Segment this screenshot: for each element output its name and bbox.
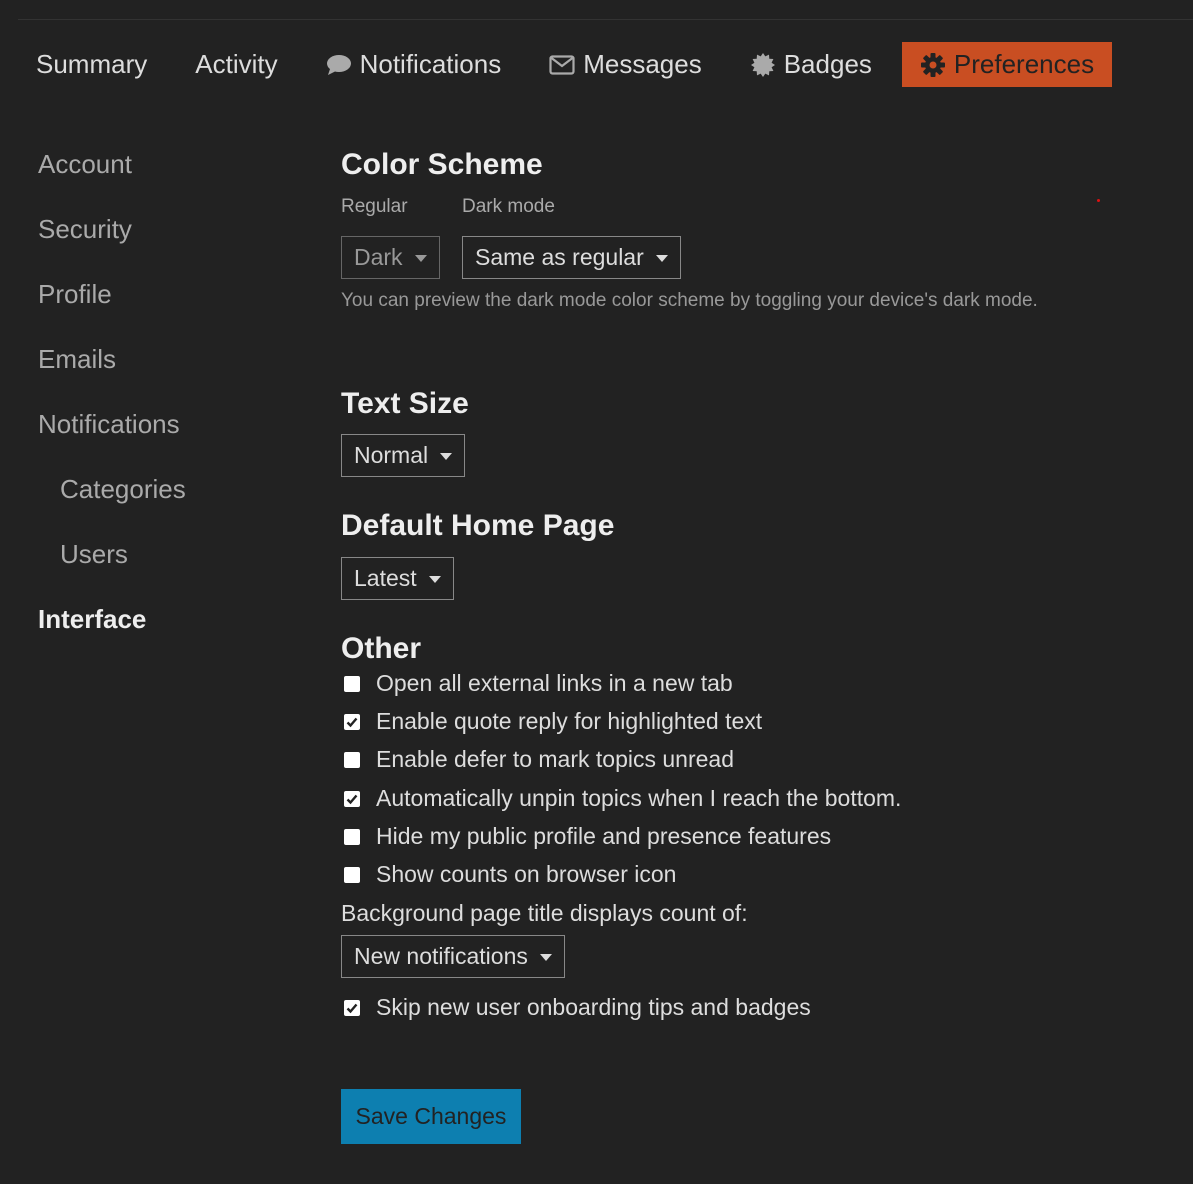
envelope-icon [549, 54, 575, 75]
checkbox-label: Skip new user onboarding tips and badges [376, 994, 811, 1020]
gear-icon [920, 52, 946, 78]
checkbox-row[interactable]: Show counts on browser icon [341, 861, 676, 888]
home-page-value: Latest [354, 565, 417, 591]
text-size-value: Normal [354, 442, 429, 468]
dark-mode-hint: You can preview the dark mode color sche… [341, 290, 1038, 311]
chevron-down-icon [414, 255, 427, 262]
tab-activity-label: Activity [195, 49, 278, 79]
sidebar-item-security[interactable]: Security [38, 205, 298, 270]
chevron-down-icon [440, 453, 453, 460]
regular-scheme-label: Regular [341, 196, 408, 217]
comment-icon [326, 54, 352, 76]
dark-mode-select[interactable]: Same as regular [462, 236, 681, 279]
checkbox-row[interactable]: Skip new user onboarding tips and badges [341, 994, 811, 1021]
checkbox-label: Open all external links in a new tab [376, 670, 733, 696]
tab-preferences-label: Preferences [953, 49, 1095, 79]
checkbox-row[interactable]: Hide my public profile and presence feat… [341, 823, 831, 850]
checkbox[interactable] [344, 828, 360, 845]
text-size-select[interactable]: Normal [341, 434, 466, 477]
checkbox-label: Hide my public profile and presence feat… [376, 823, 832, 849]
checkmark-icon [346, 794, 358, 804]
user-nav-tabs: Summary Activity Notifications Messages … [18, 42, 1124, 87]
title-count-label: Background page title displays count of: [341, 900, 748, 926]
sidebar-item-categories[interactable]: Categories [38, 465, 298, 530]
sidebar-item-account[interactable]: Account [38, 140, 298, 205]
tab-activity[interactable]: Activity [177, 42, 295, 87]
tab-badges-label: Badges [783, 49, 872, 79]
tab-summary-label: Summary [36, 49, 148, 79]
tab-notifications-label: Notifications [359, 49, 502, 79]
dark-mode-value: Same as regular [475, 244, 644, 270]
checkbox-row[interactable]: Automatically unpin topics when I reach … [341, 785, 901, 812]
checkbox-label: Show counts on browser icon [376, 861, 677, 887]
dark-mode-label: Dark mode [462, 196, 555, 217]
checkbox[interactable] [344, 790, 360, 807]
tab-messages-label: Messages [583, 49, 702, 79]
checkbox[interactable] [344, 866, 360, 883]
save-button[interactable]: Save Changes [341, 1089, 521, 1144]
top-divider [18, 19, 1193, 20]
sidebar-item-notifications[interactable]: Notifications [38, 400, 298, 465]
checkbox-label: Automatically unpin topics when I reach … [376, 785, 902, 811]
checkmark-icon [346, 1003, 358, 1013]
sidebar-item-interface[interactable]: Interface [38, 595, 298, 660]
preferences-sidebar: Account Security Profile Emails Notifica… [38, 140, 298, 660]
text-size-heading: Text Size [341, 387, 469, 420]
sidebar-item-emails[interactable]: Emails [38, 335, 298, 400]
badge-icon [750, 52, 776, 78]
home-page-heading: Default Home Page [341, 509, 615, 542]
other-heading: Other [341, 632, 422, 665]
tab-messages[interactable]: Messages [531, 42, 720, 87]
checkbox-row[interactable]: Enable quote reply for highlighted text [341, 708, 762, 735]
tab-notifications[interactable]: Notifications [308, 42, 520, 87]
stray-dot [1097, 199, 1100, 202]
checkbox[interactable] [344, 713, 360, 730]
sidebar-item-profile[interactable]: Profile [38, 270, 298, 335]
regular-scheme-select[interactable]: Dark [341, 236, 440, 279]
checkbox[interactable] [344, 675, 360, 692]
checkbox-label: Enable defer to mark topics unread [376, 746, 734, 772]
color-scheme-heading: Color Scheme [341, 148, 543, 181]
title-count-value: New notifications [354, 943, 528, 969]
tab-preferences[interactable]: Preferences [901, 42, 1113, 87]
tab-summary[interactable]: Summary [18, 42, 165, 87]
chevron-down-icon [539, 954, 552, 961]
sidebar-item-users[interactable]: Users [38, 530, 298, 595]
regular-scheme-value: Dark [354, 244, 403, 270]
checkmark-icon [346, 717, 358, 727]
chevron-down-icon [428, 576, 441, 583]
home-page-select[interactable]: Latest [341, 557, 454, 600]
checkbox[interactable] [344, 999, 360, 1016]
title-count-select[interactable]: New notifications [341, 935, 565, 978]
tab-badges[interactable]: Badges [732, 42, 890, 87]
checkbox-label: Enable quote reply for highlighted text [376, 708, 763, 734]
checkbox[interactable] [344, 751, 360, 768]
checkbox-row[interactable]: Open all external links in a new tab [341, 670, 733, 697]
checkbox-row[interactable]: Enable defer to mark topics unread [341, 746, 734, 773]
chevron-down-icon [655, 255, 668, 262]
